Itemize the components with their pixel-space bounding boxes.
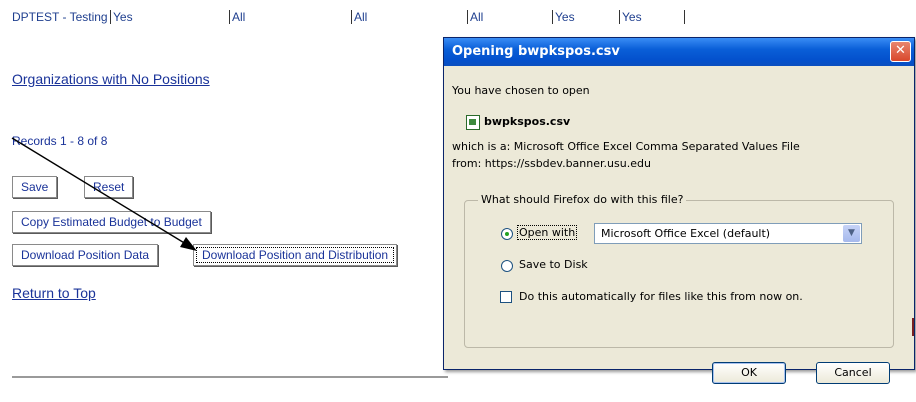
cancel-button[interactable]: Cancel [816,362,890,384]
auto-label[interactable]: Do this automatically for files like thi… [519,290,803,303]
filter-value: All [467,10,483,24]
file-type: which is a: Microsoft Office Excel Comma… [452,140,800,153]
download-position-distribution-button[interactable]: Download Position and Distribution [193,244,398,266]
filter-value: Yes [619,10,642,24]
chevron-down-icon[interactable]: ▼ [843,225,860,242]
application-select-value: Microsoft Office Excel (default) [601,227,771,240]
filter-value [684,10,687,24]
filter-org: DPTEST - Testing [12,10,108,24]
csv-file-icon [466,115,480,130]
auto-checkbox[interactable] [500,291,512,303]
copy-budget-button[interactable]: Copy Estimated Budget to Budget [12,211,211,233]
filter-value: Yes [110,10,133,24]
application-select[interactable]: Microsoft Office Excel (default) ▼ [594,223,862,244]
filter-value: Yes [552,10,575,24]
intro-text: You have chosen to open [452,84,590,97]
divider [12,376,448,378]
close-icon[interactable]: ✕ [890,41,911,62]
filter-value: All [229,10,245,24]
download-position-data-button[interactable]: Download Position Data [12,244,159,266]
filter-value: All [351,10,367,24]
group-label: What should Firefox do with this file? [478,193,687,206]
file-name: bwpkspos.csv [484,115,571,128]
return-to-top-link[interactable]: Return to Top [12,285,96,301]
reset-button[interactable]: Reset [84,176,134,198]
ok-button[interactable]: OK [712,362,786,384]
open-with-radio[interactable] [501,228,513,240]
save-button[interactable]: Save [12,176,58,198]
dialog-titlebar[interactable]: Opening bwpkspos.csv ✕ [444,38,914,66]
save-to-disk-label[interactable]: Save to Disk [519,258,588,271]
page-edge-fragment [912,318,914,336]
organizations-no-positions-link[interactable]: Organizations with No Positions [12,71,210,87]
file-source: from: https://ssbdev.banner.usu.edu [452,157,651,170]
save-to-disk-radio[interactable] [501,260,513,272]
open-with-label[interactable]: Open with [516,225,578,240]
records-count: Records 1 - 8 of 8 [12,134,108,148]
open-file-dialog: Opening bwpkspos.csv ✕ You have chosen t… [443,37,915,384]
dialog-title: Opening bwpkspos.csv [452,44,620,59]
